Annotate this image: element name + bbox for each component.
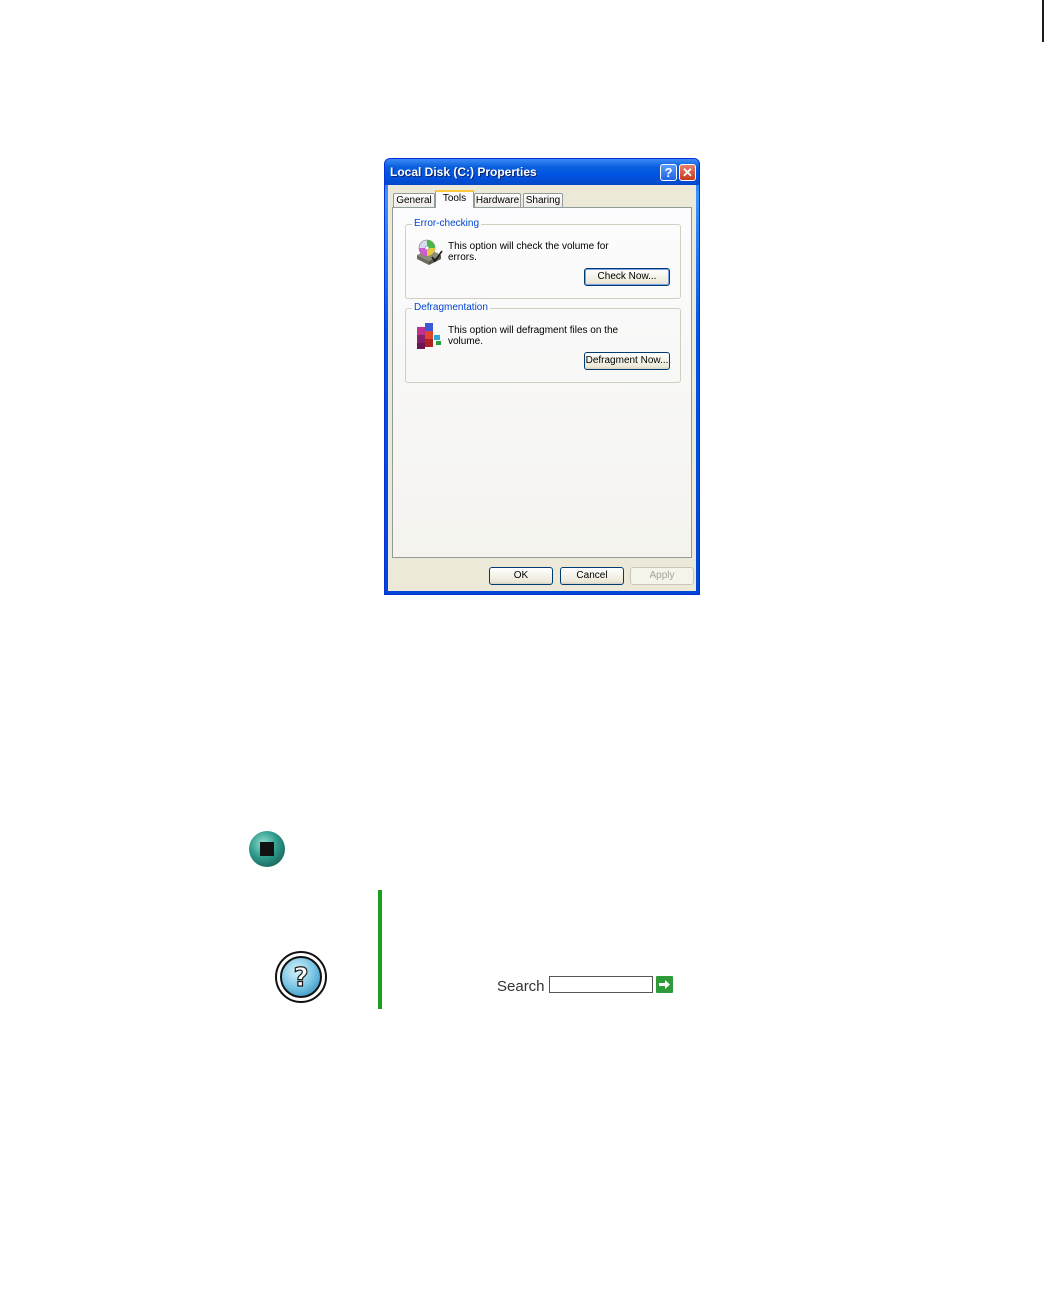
defragmentation-group: Defragmentation This option will defragm… [405, 302, 681, 383]
defragmentation-label: Defragmentation [412, 302, 490, 313]
close-button[interactable]: ✕ [679, 164, 696, 181]
tab-sharing[interactable]: Sharing [523, 193, 563, 207]
tools-tab-panel: Error-checking This option will check th… [392, 207, 692, 558]
disk-check-icon [417, 239, 443, 265]
page-edge-bar [1042, 0, 1044, 42]
defragment-now-button[interactable]: Defragment Now... [584, 352, 670, 370]
search-input[interactable] [549, 976, 653, 993]
check-now-button[interactable]: Check Now... [584, 268, 670, 286]
dialog-titlebar[interactable]: Local Disk (C:) Properties ? ✕ [385, 159, 699, 185]
defragmentation-text: This option will defragment files on the… [448, 325, 619, 347]
dialog-title: Local Disk (C:) Properties [390, 165, 537, 179]
note-accent-bar [378, 890, 382, 1009]
error-checking-group: Error-checking This option will check th… [405, 218, 681, 299]
defragment-icon [417, 323, 441, 349]
page-top-rule [0, 0, 1062, 1]
tab-tools[interactable]: Tools [435, 190, 474, 208]
arrow-right-icon[interactable] [656, 976, 673, 993]
dialog-client-area: General Tools Hardware Sharing Error-che… [388, 185, 696, 591]
help-icon: ? [275, 951, 327, 1003]
ok-button[interactable]: OK [489, 567, 553, 585]
tab-general[interactable]: General [393, 193, 435, 207]
svg-text:?: ? [293, 963, 308, 993]
search-label: Search [497, 978, 545, 995]
apply-button: Apply [630, 567, 694, 585]
cancel-button[interactable]: Cancel [560, 567, 624, 585]
error-checking-text: This option will check the volume for er… [448, 241, 609, 263]
properties-dialog: Local Disk (C:) Properties ? ✕ General T… [384, 158, 700, 595]
tab-hardware[interactable]: Hardware [474, 193, 521, 207]
stop-icon [249, 831, 285, 867]
error-checking-label: Error-checking [412, 218, 482, 229]
help-button[interactable]: ? [660, 164, 677, 181]
